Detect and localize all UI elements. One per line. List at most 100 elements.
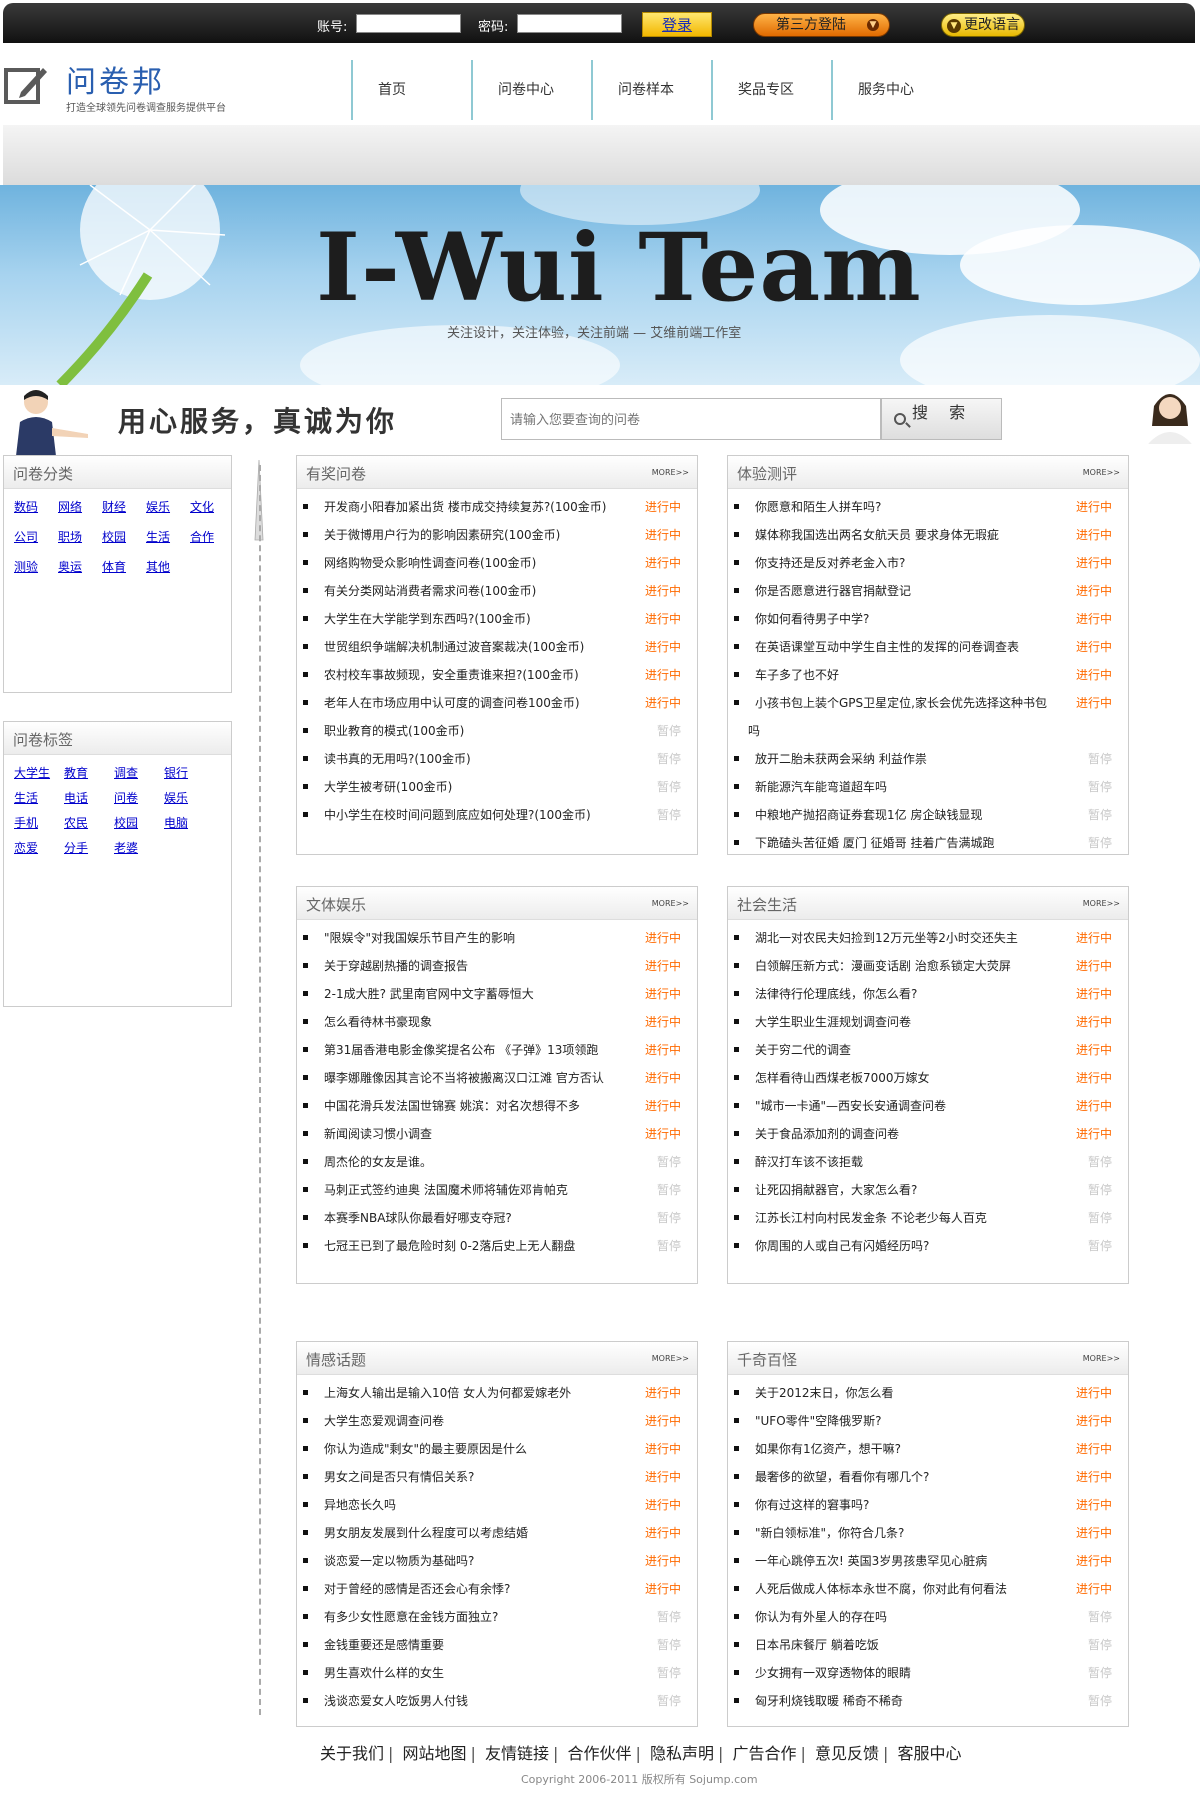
tag-link[interactable]: 教育 [64,765,114,790]
survey-title[interactable]: 媒体称我国选出两名女航天员 要求身体无瑕疵 [755,528,999,542]
survey-title[interactable]: 人死后做成人体标本永世不腐，你对此有何看法 [755,1582,1007,1596]
survey-item[interactable]: "新白领标准"，你符合几条? 进行中 [728,1519,1128,1547]
survey-title[interactable]: 让死囚捐献器官，大家怎么看? [755,1183,917,1197]
more-link[interactable]: MORE>> [1083,468,1120,477]
survey-item[interactable]: 职业教育的模式(100金币) 暂停 [297,717,697,745]
survey-title[interactable]: 如果你有1亿资产，想干嘛? [755,1442,901,1456]
survey-title[interactable]: 农村校车事故频现，安全重责谁来担?(100金币) [324,668,579,682]
survey-title[interactable]: 2-1成大胜? 武里南官网中文字蓄辱恒大 [324,987,534,1001]
survey-title[interactable]: 男女之间是否只有情侣关系? [324,1470,474,1484]
nav-item-prizes[interactable]: 奖品专区 [713,60,831,120]
survey-item[interactable]: 中小学生在校时间问题到底应如何处理?(100金币) 暂停 [297,801,697,829]
survey-item[interactable]: 怎样看待山西煤老板7000万嫁女 进行中 [728,1064,1128,1092]
survey-item[interactable]: 你有过这样的窘事吗? 进行中 [728,1491,1128,1519]
survey-title[interactable]: 上海女人输出是输入10倍 女人为何都爱嫁老外 [324,1386,571,1400]
survey-title[interactable]: 异地恋长久吗 [324,1498,396,1512]
survey-item[interactable]: 世贸组织争端解决机制通过波音案裁决(100金币) 进行中 [297,633,697,661]
survey-item[interactable]: 一年心跳停五次! 英国3岁男孩患罕见心脏病 进行中 [728,1547,1128,1575]
category-link[interactable]: 体育 [102,559,146,589]
survey-title[interactable]: 你愿意和陌生人拼车吗? [755,500,881,514]
category-link[interactable]: 其他 [146,559,190,589]
account-input[interactable] [356,14,461,33]
survey-item[interactable]: "UFO零件"空降俄罗斯? 进行中 [728,1407,1128,1435]
tag-link[interactable]: 农民 [64,815,114,840]
survey-title[interactable]: 你有过这样的窘事吗? [755,1498,869,1512]
category-link[interactable]: 生活 [146,529,190,559]
survey-title[interactable]: 小孩书包上装个GPS卫星定位,家长会优先选择这种书包 [755,689,1068,717]
survey-item[interactable]: 对于曾经的感情是否还会心有余悸? 进行中 [297,1575,697,1603]
survey-title[interactable]: 关于穷二代的调查 [755,1043,851,1057]
survey-item[interactable]: 有关分类网站消费者需求问卷(100金币) 进行中 [297,577,697,605]
survey-item[interactable]: 第31届香港电影金像奖提名公布 《子弹》13项领跑 进行中 [297,1036,697,1064]
survey-title[interactable]: 大学生被考研(100金币) [324,780,452,794]
survey-item[interactable]: 关于2012末日，你怎么看 进行中 [728,1379,1128,1407]
survey-item[interactable]: 日本吊床餐厅 躺着吃饭 暂停 [728,1631,1128,1659]
survey-item[interactable]: 如果你有1亿资产，想干嘛? 进行中 [728,1435,1128,1463]
survey-title[interactable]: 你认为有外星人的存在吗 [755,1610,887,1624]
survey-title[interactable]: 马刺正式签约迪奥 法国魔术师将辅佐邓肯帕克 [324,1183,568,1197]
tag-link[interactable]: 调查 [114,765,164,790]
category-link[interactable]: 财经 [102,499,146,529]
survey-title[interactable]: 少女拥有一双穿透物体的眼睛 [755,1666,911,1680]
survey-item[interactable]: 金钱重要还是感情重要 暂停 [297,1631,697,1659]
more-link[interactable]: MORE>> [652,1354,689,1363]
tag-link[interactable]: 恋爱 [14,840,64,865]
survey-title[interactable]: 浅谈恋爱女人吃饭男人付钱 [324,1694,468,1708]
survey-item[interactable]: 农村校车事故频现，安全重责谁来担?(100金币) 进行中 [297,661,697,689]
footer-link[interactable]: 意见反馈 [815,1744,879,1763]
survey-title[interactable]: 放开二胎未获两会采纳 利益作祟 [755,752,927,766]
survey-title[interactable]: 你认为造成"剩女"的最主要原因是什么 [324,1442,527,1456]
survey-title[interactable]: 怎么看待林书豪现象 [324,1015,432,1029]
tag-link[interactable]: 分手 [64,840,114,865]
more-link[interactable]: MORE>> [1083,1354,1120,1363]
tag-link[interactable]: 生活 [14,790,64,815]
survey-title[interactable]: 男女朋友发展到什么程度可以考虑结婚 [324,1526,528,1540]
survey-item[interactable]: 关于穷二代的调查 进行中 [728,1036,1128,1064]
tag-link[interactable]: 大学生 [14,765,64,790]
survey-item[interactable]: 中粮地产抛招商证券套现1亿 房企缺钱显现 暂停 [728,801,1128,829]
survey-title[interactable]: 对于曾经的感情是否还会心有余悸? [324,1582,510,1596]
survey-title[interactable]: 网络购物受众影响性调查问卷(100金币) [324,556,536,570]
survey-item[interactable]: 异地恋长久吗 进行中 [297,1491,697,1519]
survey-title[interactable]: 世贸组织争端解决机制通过波音案裁决(100金币) [324,640,584,654]
survey-title[interactable]: 周杰伦的女友是谁。 [324,1155,432,1169]
survey-item[interactable]: 马刺正式签约迪奥 法国魔术师将辅佐邓肯帕克 暂停 [297,1176,697,1204]
survey-title[interactable]: 匈牙利烧钱取暖 稀奇不稀奇 [755,1694,903,1708]
category-link[interactable]: 文化 [190,499,234,529]
tag-link[interactable]: 校园 [114,815,164,840]
survey-title[interactable]: "新白领标准"，你符合几条? [755,1526,904,1540]
footer-link[interactable]: 网站地图 [403,1744,467,1763]
survey-title[interactable]: 关于微博用户行为的影响因素研究(100金币) [324,528,560,542]
survey-item[interactable]: 下跪磕头苦征婚 厦门 征婚哥 挂着广告满城跑 暂停 [728,829,1128,857]
survey-item[interactable]: 你是否愿意进行器官捐献登记 进行中 [728,577,1128,605]
survey-item[interactable]: "城市一卡通"—西安长安通调查问卷 进行中 [728,1092,1128,1120]
survey-item[interactable]: 醉汉打车该不该拒载 暂停 [728,1148,1128,1176]
nav-item-survey-center[interactable]: 问卷中心 [473,60,591,120]
survey-title[interactable]: 你是否愿意进行器官捐献登记 [755,584,911,598]
category-link[interactable]: 奥运 [58,559,102,589]
survey-item[interactable]: 关于穿越剧热播的调查报告 进行中 [297,952,697,980]
survey-title[interactable]: 本赛季NBA球队你最看好哪支夺冠? [324,1211,512,1225]
survey-item[interactable]: 七冠王已到了最危险时刻 0-2落后史上无人翻盘 暂停 [297,1232,697,1260]
survey-item[interactable]: 放开二胎未获两会采纳 利益作祟 暂停 [728,745,1128,773]
tag-link[interactable]: 娱乐 [164,790,214,815]
more-link[interactable]: MORE>> [652,468,689,477]
survey-title[interactable]: 湖北一对农民夫妇捡到12万元坐等2小时交还失主 [755,931,1018,945]
survey-item[interactable]: 有多少女性愿意在金钱方面独立? 暂停 [297,1603,697,1631]
survey-item[interactable]: 你周围的人或自己有闪婚经历吗? 暂停 [728,1232,1128,1260]
survey-item[interactable]: 上海女人输出是输入10倍 女人为何都爱嫁老外 进行中 [297,1379,697,1407]
survey-item[interactable]: 新能源汽车能弯道超车吗 暂停 [728,773,1128,801]
survey-title[interactable]: 中国花滑兵发法国世锦赛 姚滨：对名次想得不多 [324,1099,580,1113]
survey-item[interactable]: 浅谈恋爱女人吃饭男人付钱 暂停 [297,1687,697,1715]
survey-item[interactable]: 网络购物受众影响性调查问卷(100金币) 进行中 [297,549,697,577]
survey-title[interactable]: 曝李娜雕像因其言论不当将被搬离汉口江滩 官方否认 [324,1071,604,1085]
survey-item[interactable]: 本赛季NBA球队你最看好哪支夺冠? 暂停 [297,1204,697,1232]
survey-item[interactable]: 大学生在大学能学到东西吗?(100金币) 进行中 [297,605,697,633]
survey-item[interactable]: 曝李娜雕像因其言论不当将被搬离汉口江滩 官方否认 进行中 [297,1064,697,1092]
survey-item[interactable]: 法律待行伦理底线，你怎么看? 进行中 [728,980,1128,1008]
survey-item[interactable]: 周杰伦的女友是谁。 暂停 [297,1148,697,1176]
survey-item[interactable]: 关于食品添加剂的调查问卷 进行中 [728,1120,1128,1148]
survey-item[interactable]: 你愿意和陌生人拼车吗? 进行中 [728,493,1128,521]
survey-item[interactable]: 让死囚捐献器官，大家怎么看? 暂停 [728,1176,1128,1204]
footer-link[interactable]: 广告合作 [733,1744,797,1763]
